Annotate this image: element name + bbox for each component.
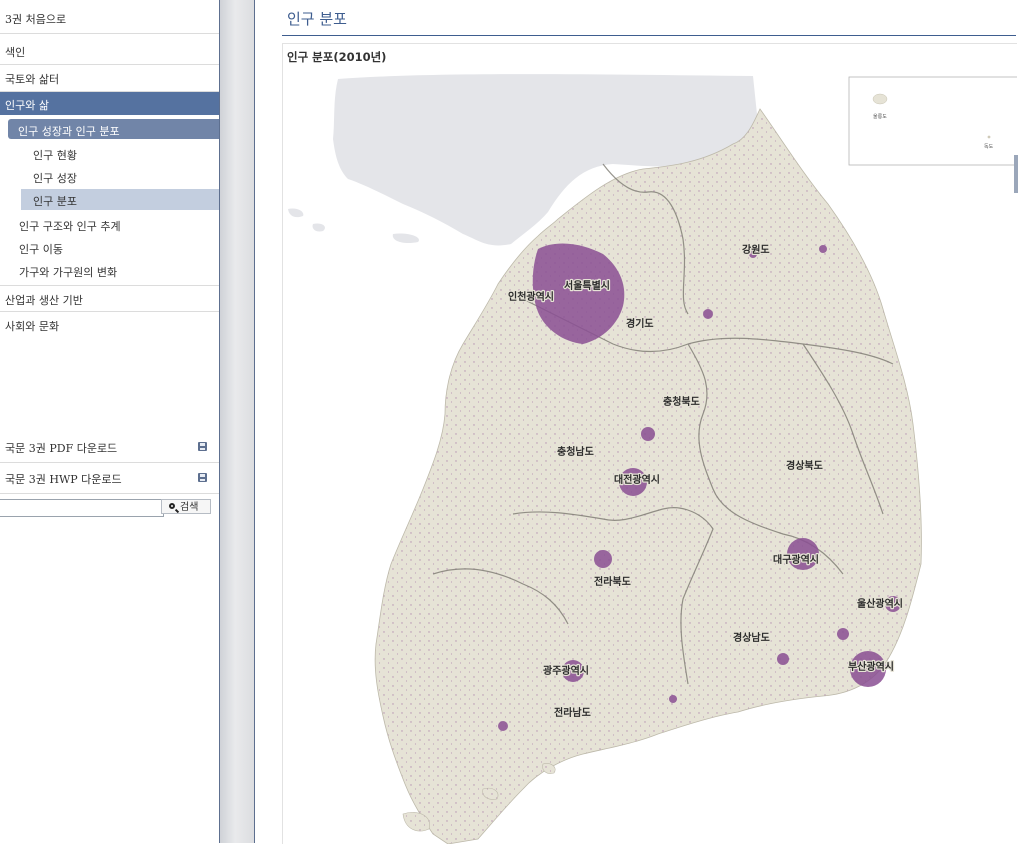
sidebar-item-label: 산업과 생산 기반 xyxy=(5,294,83,307)
population-map[interactable]: 울릉도 독도 서울특별시 인천광역시 경기도 강원도 충청북도 충청남도 대전광… xyxy=(283,44,1017,844)
sidebar-item-territory[interactable]: 국토와 삶터 xyxy=(0,65,219,92)
sidebar-item-label: 인구 성장과 인구 분포 xyxy=(18,125,120,138)
download-hwp-link[interactable]: 국문 3권 HWP 다운로드 xyxy=(0,463,219,494)
title-divider xyxy=(282,35,1016,36)
map-label-busan: 부산광역시 xyxy=(848,660,894,673)
ulleungdo-label: 울릉도 xyxy=(873,114,887,120)
sidebar-item-industry[interactable]: 산업과 생산 기반 xyxy=(0,286,219,312)
map-label-gangwon: 강원도 xyxy=(742,243,770,256)
sidebar-item-population-movement[interactable]: 인구 이동 xyxy=(0,237,219,259)
map-label-gyeongbuk: 경상북도 xyxy=(786,459,823,472)
map-label-chungnam: 충청남도 xyxy=(557,445,594,458)
save-icon xyxy=(198,442,207,451)
dokdo-island xyxy=(987,135,991,139)
sidebar-item-label: 인구 구조와 인구 추계 xyxy=(19,220,121,233)
figure-panel: 인구 분포(2010년) 울릉도 독도 서울특별시 인천광역시 경기도 강원도 … xyxy=(282,43,1017,844)
ulleungdo-island xyxy=(872,93,888,105)
sidebar-item-label: 국토와 삶터 xyxy=(5,73,60,86)
map-label-jeonbuk: 전라북도 xyxy=(594,575,631,588)
search-icon xyxy=(169,503,175,509)
map-label-ulsan: 울산광역시 xyxy=(857,597,903,610)
search-button-label: 검색 xyxy=(180,502,199,513)
sidebar-item-label: 인구 현황 xyxy=(33,149,77,162)
sidebar-item-label: 인구 성장 xyxy=(33,172,77,185)
map-label-incheon: 인천광역시 xyxy=(508,290,554,303)
map-label-gyeonggi: 경기도 xyxy=(626,317,654,330)
sidebar-item-population-growth-distribution[interactable]: 인구 성장과 인구 분포 xyxy=(8,119,219,139)
download-label: 국문 3권 PDF 다운로드 xyxy=(5,442,118,455)
map-label-seoul: 서울특별시 xyxy=(564,279,610,292)
sidebar-item-label: 인구 분포 xyxy=(33,195,77,208)
sidebar-item-label: 인구 이동 xyxy=(19,243,63,256)
sidebar: 3권 처음으로 색인 국토와 삶터 인구와 삶 인구 성장과 인구 분포 인구 … xyxy=(0,0,219,843)
book-home-label: 3권 처음으로 xyxy=(5,13,67,26)
sidebar-item-household-change[interactable]: 가구와 가구원의 변화 xyxy=(0,260,219,286)
main-content: 인구 분포 인구 분포(2010년) 울릉도 독도 서울특별시 인천광역시 경기… xyxy=(255,0,1018,844)
download-label: 국문 3권 HWP 다운로드 xyxy=(5,473,122,486)
download-pdf-link[interactable]: 국문 3권 PDF 다운로드 xyxy=(0,432,219,463)
sidebar-item-label: 색인 xyxy=(5,46,26,59)
book-home-link[interactable]: 3권 처음으로 xyxy=(0,0,219,34)
dokdo-label: 독도 xyxy=(984,144,994,150)
sidebar-item-index[interactable]: 색인 xyxy=(0,34,219,65)
sidebar-item-population-structure[interactable]: 인구 구조와 인구 추계 xyxy=(0,214,219,236)
map-label-daejeon: 대전광역시 xyxy=(614,473,660,486)
save-icon xyxy=(198,473,207,482)
panel-splitter[interactable] xyxy=(219,0,255,843)
sidebar-item-population-growth[interactable]: 인구 성장 xyxy=(0,166,219,188)
sidebar-item-label: 가구와 가구원의 변화 xyxy=(19,266,118,279)
map-label-gwangju: 광주광역시 xyxy=(543,664,589,677)
west-islands xyxy=(288,208,419,244)
search-button[interactable]: 검색 xyxy=(161,499,211,514)
expand-panel-button[interactable] xyxy=(1014,155,1018,193)
sidebar-item-population-status[interactable]: 인구 현황 xyxy=(0,143,219,165)
sidebar-item-society-culture[interactable]: 사회와 문화 xyxy=(0,312,219,336)
sidebar-item-label: 사회와 문화 xyxy=(5,320,60,333)
map-label-chungbuk: 충청북도 xyxy=(663,395,700,408)
sidebar-item-population-and-life[interactable]: 인구와 삶 xyxy=(0,92,219,115)
map-label-gyeongnam: 경상남도 xyxy=(733,631,770,644)
map-label-daegu: 대구광역시 xyxy=(773,553,819,566)
map-label-jeonnam: 전라남도 xyxy=(554,706,591,719)
sidebar-item-population-distribution[interactable]: 인구 분포 xyxy=(21,189,219,210)
east-islands-inset xyxy=(848,76,1017,166)
search-input[interactable] xyxy=(0,499,164,517)
sidebar-item-label: 인구와 삶 xyxy=(5,99,49,112)
page-title: 인구 분포 xyxy=(287,10,347,28)
